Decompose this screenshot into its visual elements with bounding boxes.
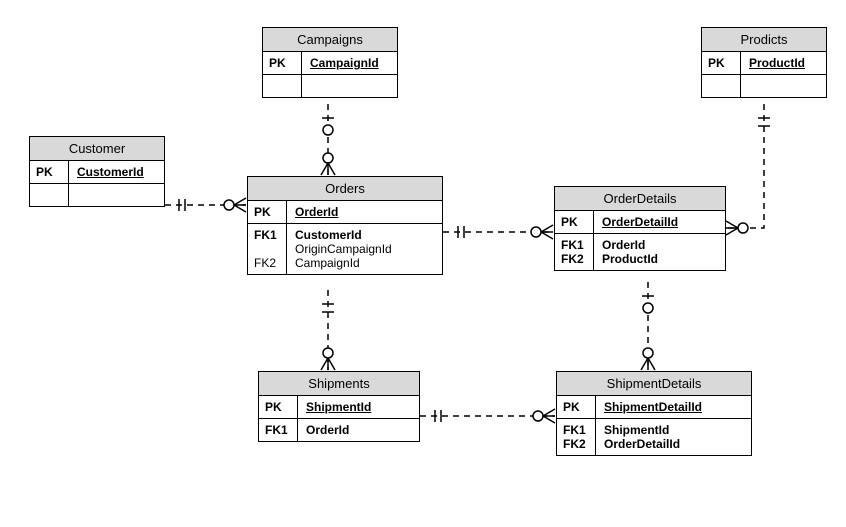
entity-shipments-title: Shipments bbox=[259, 372, 419, 396]
entity-orders: Orders PK OrderId FK1 FK2 CustomerId Ori… bbox=[247, 176, 443, 275]
entity-shipmentdetails-fk2-label: FK2 bbox=[563, 437, 589, 451]
entity-orderdetails-fk2-field: ProductId bbox=[602, 252, 717, 266]
entity-orders-pk-label: PK bbox=[248, 201, 287, 223]
rel-customer-orders bbox=[165, 198, 246, 212]
entity-shipmentdetails: ShipmentDetails PK ShipmentDetailId FK1 … bbox=[556, 371, 752, 456]
entity-products-title: Prodicts bbox=[702, 28, 826, 52]
entity-products-pk-label: PK bbox=[702, 52, 741, 74]
entity-shipments: Shipments PK ShipmentId FK1 OrderId bbox=[258, 371, 420, 442]
rel-orders-shipments bbox=[321, 290, 335, 370]
entity-shipmentdetails-pk-field: ShipmentDetailId bbox=[596, 396, 751, 418]
rel-shipments-shipmentdetails bbox=[420, 409, 555, 423]
entity-campaigns-title: Campaigns bbox=[263, 28, 397, 52]
entity-shipmentdetails-pk-label: PK bbox=[557, 396, 596, 418]
entity-products: Prodicts PK ProductId bbox=[701, 27, 827, 98]
entity-shipments-fk1-label: FK1 bbox=[259, 419, 298, 441]
entity-orders-pk-field: OrderId bbox=[287, 201, 442, 223]
entity-shipmentdetails-fk1-field: ShipmentId bbox=[604, 423, 743, 437]
entity-orderdetails-fk1-field: OrderId bbox=[602, 238, 717, 252]
entity-customer: Customer PK CustomerId bbox=[29, 136, 165, 207]
entity-campaigns: Campaigns PK CampaignId bbox=[262, 27, 398, 98]
entity-orderdetails-pk-label: PK bbox=[555, 211, 594, 233]
entity-shipmentdetails-fk2-field: OrderDetailId bbox=[604, 437, 743, 451]
entity-shipments-fk1-field: OrderId bbox=[298, 419, 419, 441]
entity-shipmentdetails-title: ShipmentDetails bbox=[557, 372, 751, 396]
entity-customer-pk-field: CustomerId bbox=[69, 161, 164, 183]
entity-orders-fk1-field: CustomerId bbox=[295, 228, 434, 242]
rel-orderdetails-shipmentdetails bbox=[641, 282, 655, 370]
entity-orders-fk2-field: CampaignId bbox=[295, 256, 434, 270]
entity-campaigns-pk-field: CampaignId bbox=[302, 52, 397, 74]
entity-orderdetails-fk1-label: FK1 bbox=[561, 238, 587, 252]
entity-orders-fk2-label: FK2 bbox=[254, 256, 280, 270]
entity-orders-title: Orders bbox=[248, 177, 442, 201]
entity-orderdetails: OrderDetails PK OrderDetailId FK1 FK2 Or… bbox=[554, 186, 726, 271]
rel-products-orderdetails bbox=[726, 104, 770, 235]
rel-campaigns-orders bbox=[321, 104, 335, 175]
entity-orders-fk1-label: FK1 bbox=[254, 228, 280, 242]
entity-campaigns-pk-label: PK bbox=[263, 52, 302, 74]
entity-orderdetails-pk-field: OrderDetailId bbox=[594, 211, 725, 233]
entity-orders-fk2a-field: OriginCampaignId bbox=[295, 242, 434, 256]
entity-customer-title: Customer bbox=[30, 137, 164, 161]
rel-orders-orderdetails bbox=[443, 225, 553, 239]
entity-orderdetails-title: OrderDetails bbox=[555, 187, 725, 211]
entity-customer-pk-label: PK bbox=[30, 161, 69, 183]
entity-shipments-pk-label: PK bbox=[259, 396, 298, 418]
entity-orderdetails-fk2-label: FK2 bbox=[561, 252, 587, 266]
entity-shipments-pk-field: ShipmentId bbox=[298, 396, 419, 418]
entity-shipmentdetails-fk1-label: FK1 bbox=[563, 423, 589, 437]
entity-products-pk-field: ProductId bbox=[741, 52, 826, 74]
